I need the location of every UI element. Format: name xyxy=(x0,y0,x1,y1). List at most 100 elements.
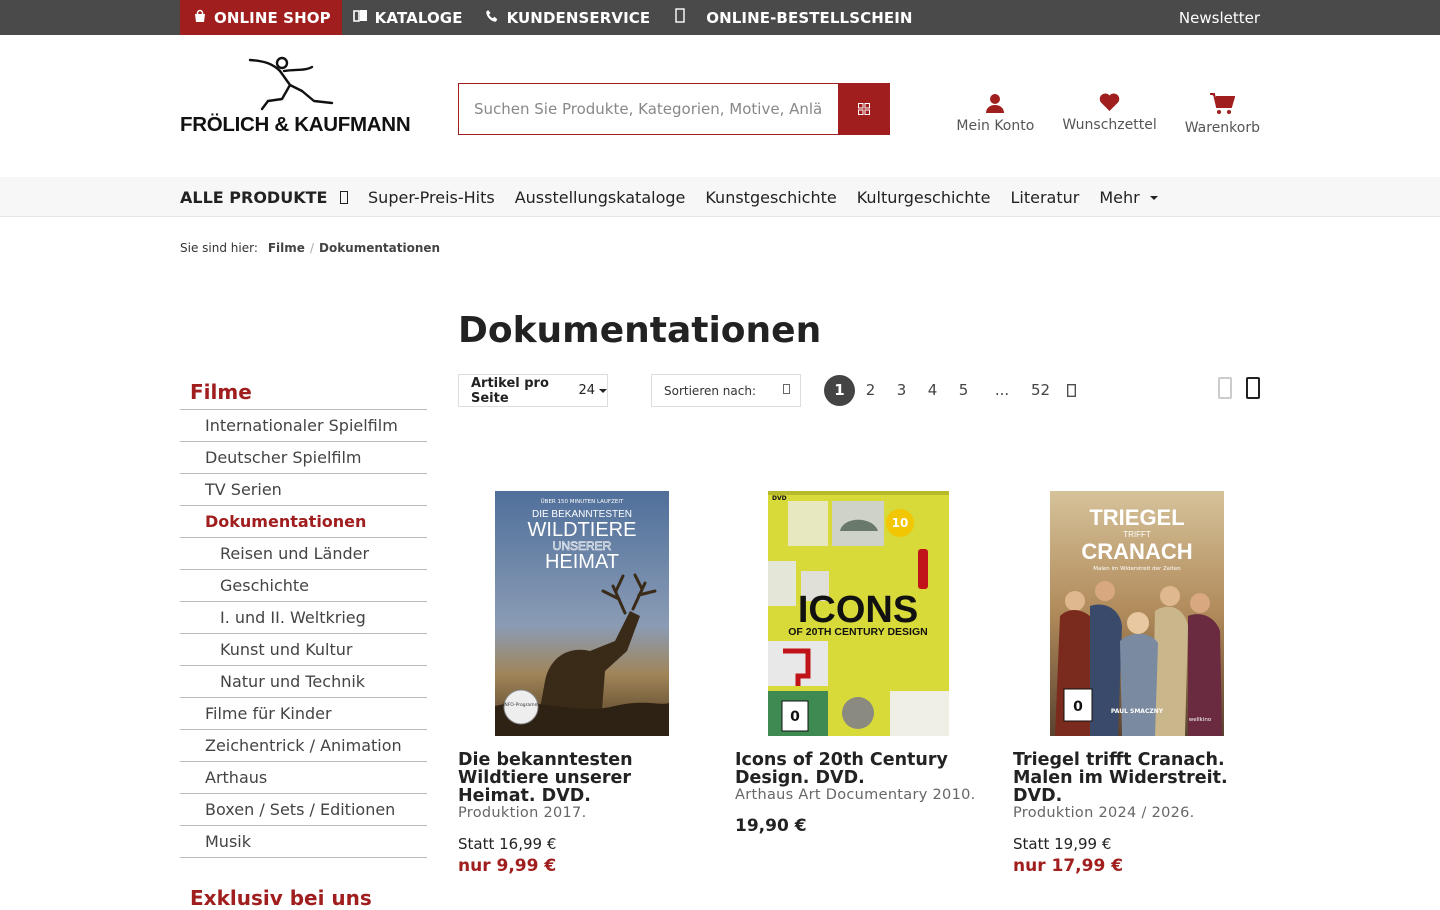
cover-line1: TRIEGEL xyxy=(1089,505,1184,530)
top-nav-kataloge[interactable]: KATALOGE xyxy=(342,0,474,35)
nav-literatur[interactable]: Literatur xyxy=(1010,188,1079,207)
cover-tagline: Malen im Widerstreit der Zeiten xyxy=(1093,566,1181,572)
sidebar-title-exklusiv[interactable]: Exklusiv bei uns xyxy=(180,858,427,910)
top-nav-label: KATALOGE xyxy=(374,8,463,27)
nav-ausstellungskataloge[interactable]: Ausstellungskataloge xyxy=(515,188,686,207)
sidebar-subitem[interactable]: Kunst und Kultur xyxy=(180,634,427,666)
search-button[interactable] xyxy=(838,83,890,135)
cover-line2: WILDTIERE xyxy=(528,519,637,541)
product-price: 19,90 € xyxy=(735,816,807,836)
cover-top-text: ÜBER 150 MINUTEN LAUFZEIT xyxy=(541,498,624,505)
sidebar-item[interactable]: Zeichentrick / Animation xyxy=(180,730,427,762)
chevron-down-icon xyxy=(783,384,790,397)
top-bar-inner: ONLINE SHOP KATALOGE KUNDENSERVICE ONLIN… xyxy=(180,0,1260,35)
per-page-value: 24 xyxy=(578,383,595,398)
product-price: nur 9,99 € xyxy=(458,856,557,876)
main-nav-inner: ALLE PRODUKTE Super-Preis-Hits Ausstellu… xyxy=(180,177,1178,217)
cover-small-title: OF 20TH CENTURY DESIGN xyxy=(788,626,927,638)
breadcrumb-separator: / xyxy=(309,241,314,255)
sidebar: Filme Internationaler Spielfilm Deutsche… xyxy=(180,377,427,910)
top-nav-label: ONLINE-BESTELLSCHEIN xyxy=(706,8,913,27)
sidebar-subitem[interactable]: I. und II. Weltkrieg xyxy=(180,602,427,634)
next-page-button[interactable] xyxy=(1056,375,1087,406)
heart-icon xyxy=(1099,93,1120,111)
page-link[interactable]: 2 xyxy=(855,375,886,406)
sidebar-item[interactable]: TV Serien xyxy=(180,474,427,506)
breadcrumb-dokumentationen[interactable]: Dokumentationen xyxy=(319,241,440,255)
info-badge-text: INFO-Programm xyxy=(503,702,539,708)
product-image[interactable]: TRIEGEL TRIFFT CRANACH Malen im Widerstr… xyxy=(1050,491,1224,736)
sidebar-subitem[interactable]: Reisen und Länder xyxy=(180,538,427,570)
pagination: 1 2 3 4 5 ... 52 xyxy=(824,373,1087,407)
sidebar-item[interactable]: Musik xyxy=(180,826,427,858)
search-input[interactable] xyxy=(458,83,838,135)
logo-brand: FRÖLICH & KAUFMANN xyxy=(180,113,411,136)
form-icon xyxy=(672,8,687,27)
user-icon xyxy=(986,94,1005,113)
sidebar-item[interactable]: Internationaler Spielfilm xyxy=(180,410,427,442)
page-link[interactable]: 4 xyxy=(917,375,948,406)
top-nav-kundenservice[interactable]: KUNDENSERVICE xyxy=(474,0,662,35)
breadcrumb-label: Sie sind hier: xyxy=(180,241,258,255)
search-bar xyxy=(458,83,890,135)
product-title[interactable]: Die bekanntesten Wildtiere unserer Heima… xyxy=(458,751,708,805)
caret-down-icon xyxy=(599,388,607,393)
product-old-price: Statt 16,99 € xyxy=(458,835,557,853)
sidebar-item[interactable]: Arthaus xyxy=(180,762,427,794)
list-view-toggle[interactable] xyxy=(1218,377,1232,399)
product-price: nur 17,99 € xyxy=(1013,856,1124,876)
sidebar-item[interactable]: Filme für Kinder xyxy=(180,698,427,730)
cover-dvd-label: DVD xyxy=(772,495,787,502)
next-page-icon xyxy=(1067,383,1076,397)
account-label: Mein Konto xyxy=(956,118,1035,134)
breadcrumb: Sie sind hier: Filme / Dokumentationen xyxy=(180,241,440,255)
top-nav-online-shop[interactable]: ONLINE SHOP xyxy=(180,0,342,35)
sidebar-subitem[interactable]: Geschichte xyxy=(180,570,427,602)
sort-label: Sortieren nach: xyxy=(664,383,756,398)
logo-figure-icon xyxy=(248,56,334,111)
product-subtitle: Produktion 2024 / 2026. xyxy=(1013,805,1195,821)
cover-line2: TRIFFT xyxy=(1123,530,1151,539)
product-old-price: Statt 19,99 € xyxy=(1013,835,1112,853)
product-image[interactable]: DVD 10 ICONS OF 20TH CENTURY DESIGN 0 xyxy=(768,491,949,736)
cover-label: wellkino xyxy=(1189,717,1212,723)
search-grid-icon xyxy=(858,103,870,115)
cart-label: Warenkorb xyxy=(1184,120,1260,136)
nav-kunstgeschichte[interactable]: Kunstgeschichte xyxy=(705,188,836,207)
top-nav-bestellschein[interactable]: ONLINE-BESTELLSCHEIN xyxy=(661,0,923,35)
newsletter-link[interactable]: Newsletter xyxy=(1179,0,1260,35)
product-title[interactable]: Triegel trifft Cranach. Malen im Widerst… xyxy=(1013,751,1263,805)
sidebar-item[interactable]: Deutscher Spielfilm xyxy=(180,442,427,474)
page-ellipsis: ... xyxy=(994,381,1010,399)
page-link[interactable]: 52 xyxy=(1025,375,1056,406)
nav-label: ALLE PRODUKTE xyxy=(180,187,328,207)
cart-link[interactable]: Warenkorb xyxy=(1185,93,1260,136)
product-title[interactable]: Icons of 20th Century Design. DVD. xyxy=(735,751,985,787)
product-subtitle: Produktion 2017. xyxy=(458,805,587,821)
nav-super-preis-hits[interactable]: Super-Preis-Hits xyxy=(368,188,495,207)
account-link[interactable]: Mein Konto xyxy=(956,93,1034,136)
per-page-select[interactable]: Artikel pro Seite 24 xyxy=(458,374,608,407)
sort-select[interactable]: Sortieren nach: xyxy=(651,374,801,407)
page-title: Dokumentationen xyxy=(458,310,822,351)
sidebar-subitem[interactable]: Natur und Technik xyxy=(180,666,427,698)
sidebar-title[interactable]: Filme xyxy=(180,377,427,410)
sidebar-item-active[interactable]: Dokumentationen xyxy=(180,506,427,538)
page-link-current[interactable]: 1 xyxy=(824,374,855,406)
wishlist-link[interactable]: Wunschzettel xyxy=(1062,93,1157,136)
breadcrumb-filme[interactable]: Filme xyxy=(268,241,305,255)
page-link[interactable]: 5 xyxy=(948,375,979,406)
nav-mehr[interactable]: Mehr xyxy=(1099,188,1158,207)
menu-box-icon xyxy=(340,190,349,204)
nav-kulturgeschichte[interactable]: Kulturgeschichte xyxy=(857,188,991,207)
nav-all-products[interactable]: ALLE PRODUKTE xyxy=(180,187,349,207)
sidebar-item[interactable]: Boxen / Sets / Editionen xyxy=(180,794,427,826)
phone-icon xyxy=(485,9,500,27)
product-image[interactable]: ÜBER 150 MINUTEN LAUFZEIT DIE BEKANNTEST… xyxy=(495,491,669,736)
grid-view-toggle[interactable] xyxy=(1246,377,1260,399)
page-link[interactable]: 3 xyxy=(886,375,917,406)
caret-down-icon xyxy=(1149,195,1158,200)
logo[interactable]: FRÖLICH & KAUFMANN xyxy=(180,55,430,137)
cover-line3: CRANACH xyxy=(1081,539,1192,564)
shopping-bag-icon xyxy=(192,9,207,27)
